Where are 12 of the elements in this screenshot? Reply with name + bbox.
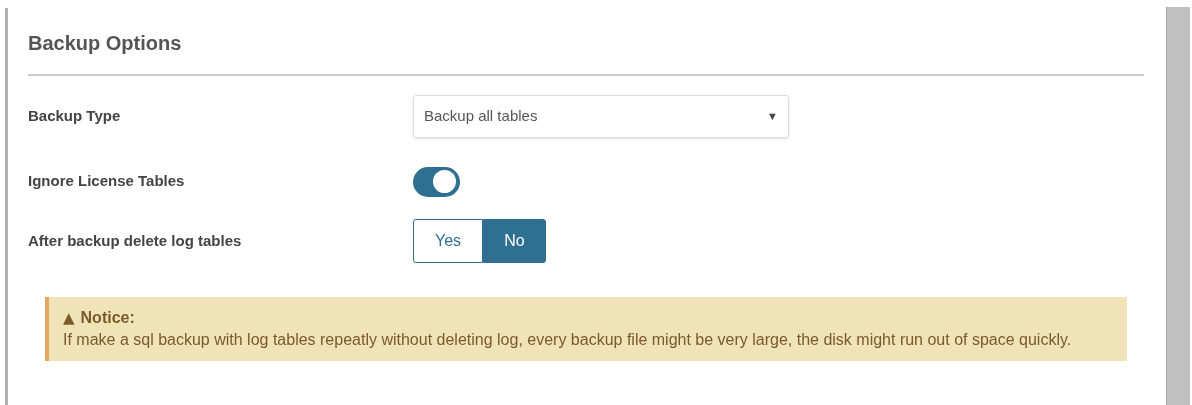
- field-label: Ignore License Tables: [28, 171, 186, 192]
- toggle-switch[interactable]: [413, 166, 460, 197]
- segment-option[interactable]: No: [483, 219, 546, 263]
- field-label: After backup delete log tables: [28, 230, 243, 251]
- section-title: Backup Options: [28, 28, 1144, 76]
- notice-text: If make a sql backup with log tables repeatly without deleting log, every backup file might be very large, the disk might run out of space quickly.: [63, 330, 1073, 350]
- dropdown-select[interactable]: Backup all tables ▼: [413, 94, 789, 138]
- segment-option[interactable]: Yes: [413, 219, 483, 263]
- warning-icon: ▲: [63, 307, 75, 329]
- field-label: Backup Type: [28, 105, 122, 126]
- scrollbar[interactable]: [1166, 7, 1190, 405]
- notice-title: Notice:: [80, 308, 135, 328]
